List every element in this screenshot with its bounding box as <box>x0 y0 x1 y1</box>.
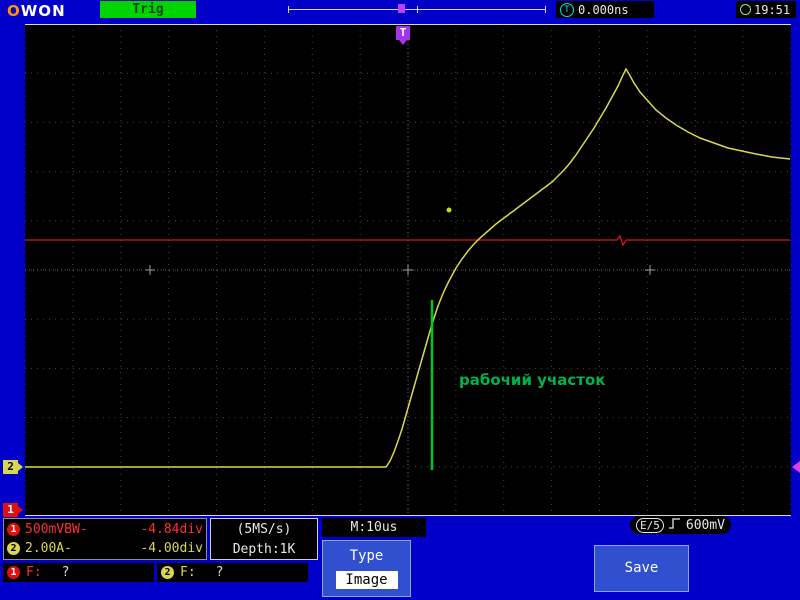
trig-status-badge: Trig <box>100 1 196 18</box>
ch2-scale: 2.00A- <box>25 541 72 556</box>
ch2-measure-badge: 2 <box>161 566 174 579</box>
ch2-badge: 2 <box>7 542 20 555</box>
ch1-measure-value: ? <box>61 565 70 580</box>
waveform-display <box>25 24 791 516</box>
logo-first-letter: O <box>7 2 21 20</box>
clock-icon <box>740 4 751 15</box>
trigger-source-badge: E/5 <box>636 517 664 533</box>
sample-rate: (5MS/s) <box>236 521 292 537</box>
owon-logo: OWON <box>7 2 66 20</box>
channel-info-panel: 1 500mVBW- -4.84div 2 2.00A- -4.00div <box>3 518 207 560</box>
cursor-dot <box>446 207 452 213</box>
scope-canvas <box>25 24 791 516</box>
clock-value: 19:51 <box>754 2 791 17</box>
logo-rest: WON <box>20 2 66 20</box>
ch2-measure-box: 2 F: ? <box>157 563 308 582</box>
ch2-position: -4.00div <box>140 541 203 556</box>
ch2-position-marker[interactable]: 2 <box>3 460 23 474</box>
trigger-time-value: 0.000ns <box>578 2 629 17</box>
ch1-measure-box: 1 F: ? <box>3 563 154 582</box>
save-button[interactable]: Save <box>594 545 689 592</box>
trigger-time-readout: T 0.000ns <box>556 1 654 18</box>
ch1-badge: 1 <box>7 523 20 536</box>
ch1-measure-badge: 1 <box>7 566 20 579</box>
trigger-position-indicator[interactable] <box>398 4 405 13</box>
acquisition-info-panel: (5MS/s) Depth:1K <box>210 518 318 560</box>
ruler-tick-left <box>288 6 289 13</box>
ch1-position: -4.84div <box>140 522 203 537</box>
ch1-info-row: 1 500mVBW- -4.84div <box>7 522 203 537</box>
record-depth: Depth:1K <box>232 541 296 557</box>
ch1-scale: 500mVBW- <box>25 522 88 537</box>
trigger-position-ruler <box>288 6 546 13</box>
ch1-position-marker[interactable]: 1 <box>3 503 23 517</box>
type-button-label: Type <box>349 548 384 564</box>
rising-edge-icon <box>668 516 682 535</box>
graticule-grid <box>25 24 791 516</box>
ruler-tick-right <box>545 6 546 13</box>
type-button[interactable]: Type Image <box>322 540 411 597</box>
ch2-measure-label: F: <box>180 565 196 580</box>
ch1-trigger-level-trace <box>25 234 790 247</box>
trigger-level-marker[interactable]: T <box>396 26 410 45</box>
timebase-readout: M:10us <box>322 518 426 537</box>
ch2-info-row: 2 2.00A- -4.00div <box>7 541 203 556</box>
oscilloscope-screen: OWON Trig T 0.000ns 19:51 2 1 T рабочий … <box>0 0 800 600</box>
clock-readout: 19:51 <box>736 1 796 18</box>
working-region-annotation: рабочий участок <box>459 371 606 389</box>
ruler-tick-center <box>417 6 418 13</box>
ch2-measure-value: ? <box>215 565 224 580</box>
right-edge-marker-icon <box>786 461 800 473</box>
trigger-level-value: 600mV <box>685 517 726 533</box>
trigger-t-icon: T <box>560 2 574 17</box>
ch1-measure-label: F: <box>26 565 42 580</box>
type-button-value: Image <box>335 571 398 589</box>
trigger-settings-readout: E/5 600mV <box>630 516 732 535</box>
